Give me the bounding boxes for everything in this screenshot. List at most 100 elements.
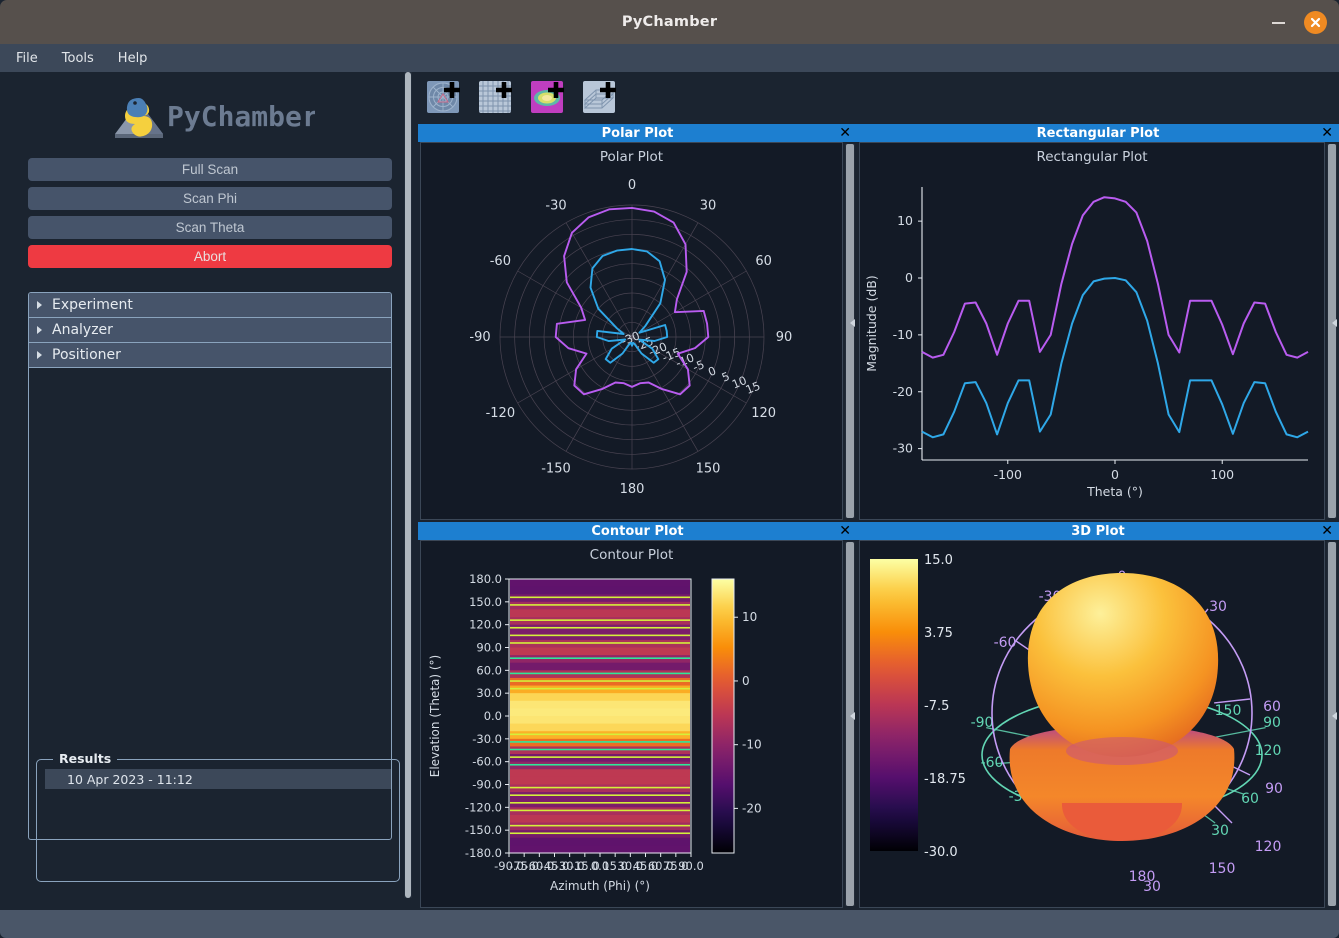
add-rectangular-plot-button[interactable] bbox=[478, 78, 518, 118]
svg-text:-90: -90 bbox=[469, 330, 490, 345]
window-title-bar: PyChamber bbox=[0, 0, 1339, 44]
svg-text:Elevation (Theta) (°): Elevation (Theta) (°) bbox=[428, 655, 442, 777]
menu-item-tools[interactable]: Tools bbox=[62, 51, 94, 66]
chevron-right-icon bbox=[37, 301, 42, 309]
svg-text:-10: -10 bbox=[893, 327, 913, 342]
polar-plot-title: Polar Plot bbox=[601, 125, 674, 141]
add-3d-plot-button[interactable] bbox=[582, 78, 622, 118]
svg-text:Azimuth (Phi) (°): Azimuth (Phi) (°) bbox=[550, 879, 650, 893]
svg-text:0.0: 0.0 bbox=[484, 709, 502, 723]
polar-plot-close-icon[interactable]: ✕ bbox=[839, 125, 851, 141]
add-polar-plot-button[interactable] bbox=[426, 78, 466, 118]
contour-plot-title-bar: Contour Plot ✕ bbox=[418, 522, 857, 540]
plot-toolbar bbox=[418, 72, 1339, 124]
contour-plot-title: Contour Plot bbox=[591, 523, 684, 539]
contour-plot-canvas[interactable]: Contour Plot 180.0 150.0 120.0 90.0 60.0 30.0… bbox=[420, 540, 843, 908]
menu-item-file[interactable]: File bbox=[16, 51, 38, 66]
svg-text:30: 30 bbox=[1143, 879, 1161, 895]
menu-bar: File Tools Help bbox=[0, 44, 1339, 72]
close-button[interactable] bbox=[1304, 10, 1327, 34]
svg-text:180.0: 180.0 bbox=[469, 572, 502, 586]
svg-text:-7.5: -7.5 bbox=[924, 699, 949, 714]
splitter-arrow-icon bbox=[1331, 319, 1337, 327]
svg-text:-150: -150 bbox=[541, 462, 571, 477]
svg-text:30: 30 bbox=[1211, 823, 1229, 839]
svg-text:120.0: 120.0 bbox=[469, 618, 502, 632]
svg-text:10: 10 bbox=[897, 213, 913, 228]
contour-plot-figure: 180.0 150.0 120.0 90.0 60.0 30.0 0.0 -30.0 -60.0… bbox=[428, 572, 762, 893]
splitter-arrow-icon bbox=[1331, 712, 1337, 720]
sidebar-scrollbar-thumb[interactable] bbox=[405, 72, 411, 898]
window-title: PyChamber bbox=[621, 14, 718, 30]
polar-plot-heading: Polar Plot bbox=[599, 149, 664, 165]
polar-plot-splitter[interactable] bbox=[847, 314, 857, 332]
svg-text:150: 150 bbox=[1215, 703, 1242, 719]
svg-text:30: 30 bbox=[700, 198, 717, 213]
contour-plot-splitter[interactable] bbox=[847, 707, 857, 725]
app-logo: PyChamber bbox=[8, 72, 412, 142]
svg-text:-20: -20 bbox=[893, 384, 913, 399]
contour-plot-close-icon[interactable]: ✕ bbox=[839, 523, 851, 539]
scan-button-group: Full Scan Scan Phi Scan Theta Abort bbox=[28, 158, 392, 268]
svg-text:-60.0: -60.0 bbox=[472, 755, 502, 769]
left-sidebar: PyChamber Full Scan Scan Phi Scan Theta … bbox=[8, 72, 412, 910]
svg-text:90.0: 90.0 bbox=[678, 859, 704, 873]
splitter-arrow-icon bbox=[849, 319, 855, 327]
svg-text:60.0: 60.0 bbox=[476, 663, 502, 677]
three-d-plot-figure: 15.03.75-7.5-18.75-30.0-90-60-3003060901… bbox=[870, 553, 1283, 895]
section-positioner-label: Positioner bbox=[52, 347, 121, 363]
pychamber-logo-icon: PyChamber bbox=[115, 98, 315, 138]
svg-text:90: 90 bbox=[1263, 715, 1281, 731]
results-legend: Results bbox=[53, 751, 118, 766]
rectangular-plot-title: Rectangular Plot bbox=[1036, 125, 1160, 141]
three-d-plot-title-bar: 3D Plot ✕ bbox=[857, 522, 1339, 540]
scan-phi-button[interactable]: Scan Phi bbox=[28, 187, 392, 210]
main-content: PyChamber Full Scan Scan Phi Scan Theta … bbox=[0, 72, 1339, 910]
svg-text:120: 120 bbox=[1255, 743, 1282, 759]
svg-text:90.0: 90.0 bbox=[476, 641, 502, 655]
plot-dock-area: Polar Plot ✕ Polar Plot 0 30 60 90 120 150 180… bbox=[418, 72, 1339, 910]
minimize-button[interactable] bbox=[1272, 15, 1286, 29]
svg-text:0: 0 bbox=[706, 363, 718, 379]
svg-text:60: 60 bbox=[755, 254, 772, 269]
full-scan-button[interactable]: Full Scan bbox=[28, 158, 392, 181]
section-analyzer[interactable]: Analyzer bbox=[29, 318, 391, 343]
sidebar-scrollbar[interactable] bbox=[404, 72, 412, 898]
contour-plot-heading: Contour Plot bbox=[589, 547, 674, 563]
svg-text:-18.75: -18.75 bbox=[924, 772, 966, 787]
polar-plot-panel: Polar Plot ✕ Polar Plot 0 30 60 90 120 150 180… bbox=[418, 124, 857, 522]
plot-grid: Polar Plot ✕ Polar Plot 0 30 60 90 120 150 180… bbox=[418, 124, 1339, 910]
svg-text:-30.0: -30.0 bbox=[924, 845, 958, 860]
svg-text:10: 10 bbox=[742, 610, 757, 624]
rectangular-plot-close-icon[interactable]: ✕ bbox=[1321, 125, 1333, 141]
svg-text:-30: -30 bbox=[545, 198, 566, 213]
svg-text:-120: -120 bbox=[486, 406, 516, 421]
three-d-plot-close-icon[interactable]: ✕ bbox=[1321, 523, 1333, 539]
section-experiment[interactable]: Experiment bbox=[29, 293, 391, 318]
svg-text:-150.0: -150.0 bbox=[465, 823, 502, 837]
polar-plot-title-bar: Polar Plot ✕ bbox=[418, 124, 857, 142]
svg-text:90: 90 bbox=[1265, 781, 1283, 797]
svg-text:15.0: 15.0 bbox=[924, 553, 953, 568]
svg-text:30.0: 30.0 bbox=[476, 686, 502, 700]
rectangular-plot-splitter[interactable] bbox=[1329, 314, 1339, 332]
abort-button[interactable]: Abort bbox=[28, 245, 392, 268]
add-contour-plot-button[interactable] bbox=[530, 78, 570, 118]
svg-text:-90.0: -90.0 bbox=[472, 778, 502, 792]
rectangular-plot-figure: -100 0 100-30-20-10010Theta (°)Magnitude (… bbox=[864, 187, 1309, 499]
svg-text:30: 30 bbox=[1209, 599, 1227, 615]
svg-text:150: 150 bbox=[696, 462, 721, 477]
three-d-plot-splitter[interactable] bbox=[1329, 707, 1339, 725]
three-d-plot-canvas[interactable]: 15.03.75-7.5-18.75-30.0-90-60-3003060901… bbox=[859, 540, 1325, 908]
svg-text:5: 5 bbox=[720, 369, 732, 385]
results-list-item[interactable]: 10 Apr 2023 - 11:12 bbox=[45, 769, 391, 789]
menu-item-help[interactable]: Help bbox=[118, 51, 148, 66]
svg-text:-120.0: -120.0 bbox=[465, 800, 502, 814]
three-d-plot-panel: 3D Plot ✕ 15.0 3.75 -7.5 -18.75 -30.0 -90 -60-… bbox=[857, 522, 1339, 910]
scan-theta-button[interactable]: Scan Theta bbox=[28, 216, 392, 239]
three-d-plot-title: 3D Plot bbox=[1071, 523, 1125, 539]
close-icon bbox=[1310, 17, 1321, 27]
polar-plot-canvas[interactable]: Polar Plot 0 30 60 90 120 150 180 -150 -120 -90 -6… bbox=[420, 142, 843, 520]
section-positioner[interactable]: Positioner bbox=[29, 343, 391, 368]
rectangular-plot-canvas[interactable]: Rectangular Plot -100 0 100 -30 -20 -10 0 10 The… bbox=[859, 142, 1325, 520]
